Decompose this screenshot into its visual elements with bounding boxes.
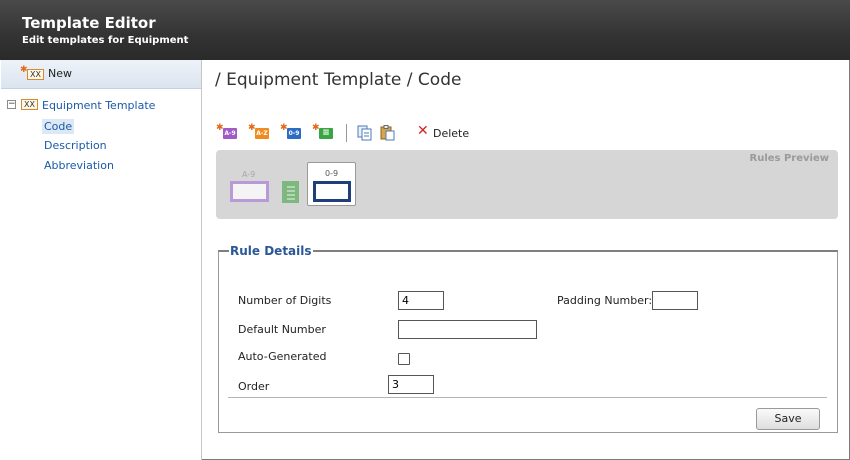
default-number-input[interactable] bbox=[398, 320, 537, 339]
xx-new-icon: XX bbox=[27, 69, 44, 80]
copy-icon bbox=[357, 125, 372, 141]
add-alphanumeric-rule-icon: A-9 bbox=[223, 128, 237, 139]
preview-numeric-rule[interactable]: 0-9 bbox=[307, 162, 356, 206]
add-alpha-rule-icon: A-Z bbox=[255, 128, 269, 139]
delete-icon[interactable]: ✕ bbox=[417, 123, 429, 139]
add-alphanumeric-rule-button[interactable]: ✱ A-9 bbox=[214, 122, 240, 144]
numeric-rule-box bbox=[313, 181, 351, 202]
preview-list-rule[interactable] bbox=[282, 181, 299, 203]
tree-item-description[interactable]: Description bbox=[44, 139, 107, 152]
auto-generated-label: Auto-Generated bbox=[238, 350, 327, 363]
new-label: New bbox=[48, 67, 72, 80]
rule-details-legend: Rule Details bbox=[230, 244, 312, 258]
app-subtitle: Edit templates for Equipment bbox=[22, 35, 189, 46]
add-numeric-rule-icon: 0-9 bbox=[287, 128, 301, 139]
rule-details-group: Rule Details Number of Digits Padding Nu… bbox=[218, 244, 838, 433]
add-numeric-rule-button[interactable]: ✱ 0-9 bbox=[278, 122, 304, 144]
order-input[interactable] bbox=[388, 375, 434, 394]
toolbar-separator bbox=[346, 124, 347, 142]
number-of-digits-input[interactable] bbox=[398, 291, 444, 310]
order-label: Order bbox=[238, 380, 270, 393]
copy-button[interactable] bbox=[357, 122, 375, 144]
number-of-digits-label: Number of Digits bbox=[238, 294, 332, 307]
preview-item-label: A-9 bbox=[242, 170, 256, 179]
preview-item-label: 0-9 bbox=[325, 169, 339, 178]
tree-item-equipment-template[interactable]: Equipment Template bbox=[42, 99, 155, 112]
paste-button[interactable] bbox=[380, 122, 398, 144]
default-number-label: Default Number bbox=[238, 323, 326, 336]
details-divider bbox=[228, 397, 827, 398]
padding-number-input[interactable] bbox=[652, 291, 698, 310]
padding-number-label: Padding Number: bbox=[557, 294, 653, 307]
toolbar: ✱ A-9 ✱ A-Z ✱ 0-9 ✱ ≡ ✕ Delete bbox=[214, 122, 514, 144]
tree-item-code[interactable]: Code bbox=[42, 119, 75, 134]
app-header: Template Editor Edit templates for Equip… bbox=[0, 0, 850, 60]
breadcrumb: / Equipment Template / Code bbox=[215, 70, 462, 90]
delete-button[interactable]: Delete bbox=[433, 127, 469, 140]
preview-alphanumeric-rule[interactable] bbox=[230, 181, 269, 202]
save-button[interactable]: Save bbox=[756, 408, 820, 430]
new-template-button[interactable]: ✱ XX New bbox=[1, 60, 201, 89]
list-icon bbox=[287, 186, 295, 200]
sidebar: ✱ XX New − XX Equipment Template Code De… bbox=[0, 60, 202, 460]
app-title: Template Editor bbox=[22, 14, 156, 32]
rules-preview-panel: Rules Preview A-9 0-9 bbox=[216, 150, 838, 219]
template-icon: XX bbox=[21, 99, 38, 110]
tree-item-abbreviation[interactable]: Abbreviation bbox=[44, 159, 114, 172]
add-alpha-rule-button[interactable]: ✱ A-Z bbox=[246, 122, 272, 144]
add-list-rule-icon: ≡ bbox=[319, 128, 333, 139]
tree-collapse-icon[interactable]: − bbox=[7, 100, 16, 109]
add-list-rule-button[interactable]: ✱ ≡ bbox=[310, 122, 336, 144]
auto-generated-checkbox[interactable] bbox=[398, 353, 410, 365]
paste-icon bbox=[380, 125, 395, 141]
rules-preview-title: Rules Preview bbox=[749, 153, 829, 164]
